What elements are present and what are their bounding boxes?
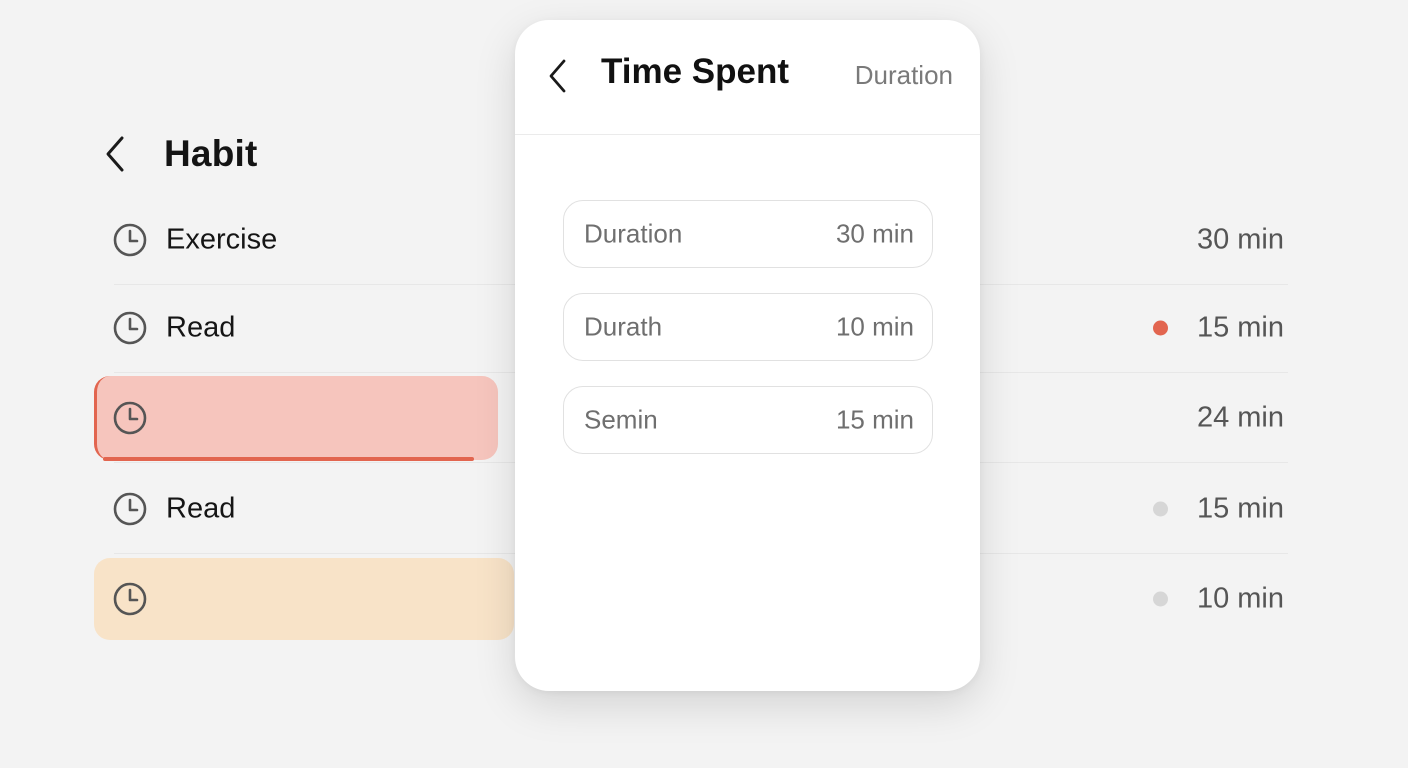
field-label: Duration xyxy=(584,218,683,249)
field-value: 30 min xyxy=(835,218,914,249)
chevron-left-icon xyxy=(106,136,124,172)
field-label: Semin xyxy=(584,404,658,435)
habit-time: 30 min xyxy=(1196,223,1284,256)
habit-time: 10 min xyxy=(1196,582,1284,615)
chevron-left-icon xyxy=(549,59,566,93)
field-value: 15 min xyxy=(835,404,914,435)
clock-icon xyxy=(113,582,147,616)
status-dot-gray xyxy=(1153,591,1168,607)
clock-icon xyxy=(113,311,147,345)
habit-name: Exercise xyxy=(166,223,278,256)
status-dot-gray xyxy=(1153,501,1168,517)
time-spent-card: Time Spent Duration Duration 30 min Dura… xyxy=(515,20,980,691)
field-label: Durath xyxy=(584,311,663,342)
habit-name: Read xyxy=(166,311,236,344)
semin-field[interactable]: Semin 15 min xyxy=(563,386,933,454)
duration-header-button[interactable]: Duration xyxy=(855,60,953,91)
card-back-button[interactable] xyxy=(543,54,573,98)
durath-field[interactable]: Durath 10 min xyxy=(563,293,933,361)
habit-time: 24 min xyxy=(1196,401,1284,434)
card-title: Time Spent xyxy=(601,52,790,91)
clock-icon xyxy=(113,492,147,526)
status-dot-red xyxy=(1153,320,1168,336)
page-title: Habit xyxy=(164,133,258,174)
duration-field[interactable]: Duration 30 min xyxy=(563,200,933,268)
habit-time: 15 min xyxy=(1196,311,1284,344)
card-header: Time Spent Duration xyxy=(515,20,980,135)
clock-icon xyxy=(113,223,147,257)
back-button[interactable] xyxy=(100,130,130,178)
habit-header: Habit xyxy=(100,130,258,178)
habit-name: Read xyxy=(166,492,236,525)
clock-icon xyxy=(113,401,147,435)
field-value: 10 min xyxy=(835,311,914,342)
habit-time: 15 min xyxy=(1196,492,1284,525)
